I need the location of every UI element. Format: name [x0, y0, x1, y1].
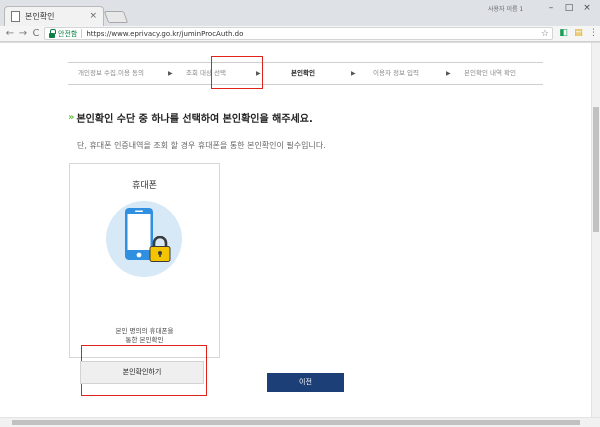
new-tab-button[interactable]	[103, 11, 129, 23]
extension-icon[interactable]: ◧	[558, 28, 569, 39]
back-button[interactable]: ←	[4, 27, 16, 40]
minimize-button[interactable]: –	[544, 2, 558, 14]
window-user-label: 사용자 이름 1	[488, 6, 524, 13]
card-title: 휴대폰	[132, 181, 157, 191]
step-identity-verification: 본인확인	[291, 69, 315, 77]
active-step-highlight	[211, 56, 263, 89]
card-description-line-2: 통한 본인확인	[125, 336, 164, 344]
vertical-scroll-thumb[interactable]	[593, 107, 599, 232]
step-arrow-icon: ▶	[351, 70, 356, 77]
previous-button[interactable]: 이전	[267, 373, 344, 392]
verify-button[interactable]: 본인확인하기	[80, 361, 204, 384]
close-window-button[interactable]: ×	[580, 2, 594, 14]
step-user-info: 이용자 정보 입력	[373, 69, 419, 77]
address-bar[interactable]: 안전함 https://www.eprivacy.go.kr/juminProc…	[44, 27, 553, 40]
step-arrow-icon: ▶	[168, 70, 173, 77]
chevron-right-icon: »	[68, 112, 75, 123]
page-content: 개인정보 수집.이용 동의 ▶ 조회 대상 선택 ▶ 본인확인 ▶ 이용자 정보…	[0, 43, 591, 417]
vertical-scrollbar[interactable]	[591, 43, 600, 417]
lock-icon	[49, 28, 56, 38]
extension-icon-2[interactable]: ▤	[573, 28, 584, 39]
horizontal-scrollbar[interactable]	[0, 417, 600, 427]
forward-button[interactable]: →	[17, 27, 29, 40]
page-icon	[11, 11, 20, 22]
tab-close-icon[interactable]: ×	[89, 12, 97, 21]
secure-label: 안전함	[58, 29, 78, 38]
maximize-button[interactable]: □	[562, 2, 576, 14]
address-separator	[81, 29, 83, 38]
browser-tab[interactable]: 본인확인 ×	[4, 6, 104, 26]
browser-titlebar: 본인확인 × 사용자 이름 1 – □ ×	[0, 0, 600, 26]
step-navigation: 개인정보 수집.이용 동의 ▶ 조회 대상 선택 ▶ 본인확인 ▶ 이용자 정보…	[68, 62, 543, 85]
mobile-verification-card: 휴대폰 본인 명의의 휴대폰을 통한 본인확인	[69, 163, 220, 358]
page-heading: » 본인확인 수단 중 하나를 선택하여 본인확인을 해주세요.	[68, 110, 313, 125]
padlock-icon	[149, 236, 171, 262]
step-consent: 개인정보 수집.이용 동의	[78, 69, 144, 77]
url-text[interactable]: https://www.eprivacy.go.kr/juminProcAuth…	[86, 30, 243, 38]
step-history-check: 본인확인 내역 확인	[464, 69, 516, 77]
star-icon[interactable]: ☆	[541, 28, 549, 40]
card-description-line-1: 본인 명의의 휴대폰을	[115, 327, 174, 335]
reload-button[interactable]: C	[30, 27, 42, 40]
card-description: 본인 명의의 휴대폰을 통한 본인확인	[70, 327, 219, 345]
heading-text: 본인확인 수단 중 하나를 선택하여 본인확인을 해주세요.	[76, 114, 313, 125]
horizontal-scroll-thumb[interactable]	[12, 420, 580, 425]
browser-toolbar: ← → C 안전함 https://www.eprivacy.go.kr/jum…	[0, 26, 600, 42]
notice-text: 단, 휴대폰 인증내역을 조회 할 경우 휴대폰을 통한 본인확인이 필수입니다…	[77, 141, 326, 150]
step-arrow-icon: ▶	[446, 70, 451, 77]
menu-icon[interactable]: ⋮	[588, 28, 599, 39]
tab-title: 본인확인	[25, 12, 55, 21]
